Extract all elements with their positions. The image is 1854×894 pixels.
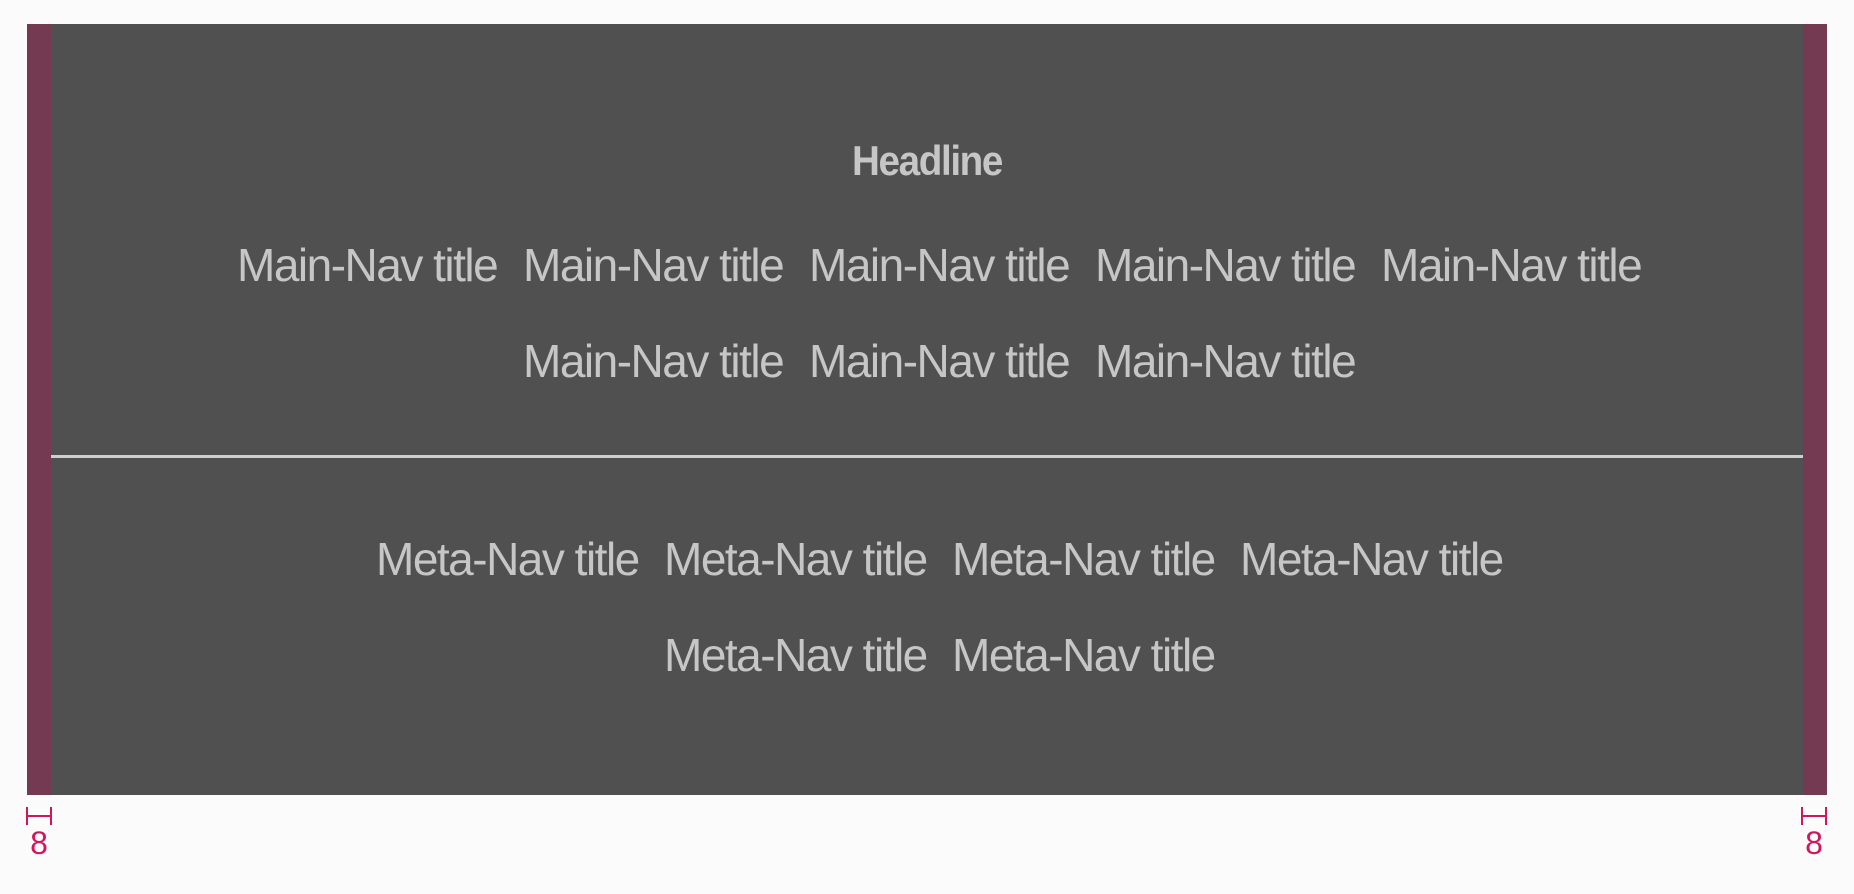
meta-nav-link[interactable]: Meta-Nav title	[664, 632, 928, 678]
main-nav-link[interactable]: Main-Nav title	[237, 242, 499, 288]
margin-value: 8	[30, 825, 48, 861]
footer-headline: Headline	[851, 137, 1003, 184]
meta-nav-row-2: Meta-Nav title Meta-Nav title	[27, 632, 1827, 678]
main-nav-link[interactable]: Main-Nav title	[1381, 242, 1643, 288]
main-nav-link[interactable]: Main-Nav title	[1095, 242, 1357, 288]
canvas: Headline Main-Nav title Main-Nav title M…	[0, 0, 1854, 894]
main-nav-link[interactable]: Main-Nav title	[523, 242, 785, 288]
meta-nav-link[interactable]: Meta-Nav title	[664, 536, 928, 582]
dimension-bracket-icon	[1801, 807, 1827, 825]
meta-nav-row-1: Meta-Nav title Meta-Nav title Meta-Nav t…	[27, 536, 1827, 582]
main-nav-row-2: Main-Nav title Main-Nav title Main-Nav t…	[27, 338, 1827, 384]
main-nav-row-1: Main-Nav title Main-Nav title Main-Nav t…	[27, 242, 1827, 288]
meta-nav-link[interactable]: Meta-Nav title	[376, 536, 640, 582]
main-nav-link[interactable]: Main-Nav title	[1095, 338, 1357, 384]
meta-nav-link[interactable]: Meta-Nav title	[952, 536, 1216, 582]
main-nav-link[interactable]: Main-Nav title	[809, 242, 1071, 288]
right-margin-strip	[1803, 24, 1827, 795]
main-nav-link[interactable]: Main-Nav title	[523, 338, 785, 384]
left-margin-strip	[27, 24, 51, 795]
dimension-bracket-icon	[26, 807, 52, 825]
meta-nav-link[interactable]: Meta-Nav title	[1240, 536, 1504, 582]
right-margin-marker: 8	[1801, 807, 1827, 859]
main-nav-link[interactable]: Main-Nav title	[809, 338, 1071, 384]
meta-nav-link[interactable]: Meta-Nav title	[952, 632, 1216, 678]
footer-panel: Headline Main-Nav title Main-Nav title M…	[27, 24, 1827, 795]
left-margin-marker: 8	[26, 807, 52, 859]
margin-value: 8	[1805, 825, 1823, 861]
nav-divider	[51, 455, 1803, 458]
